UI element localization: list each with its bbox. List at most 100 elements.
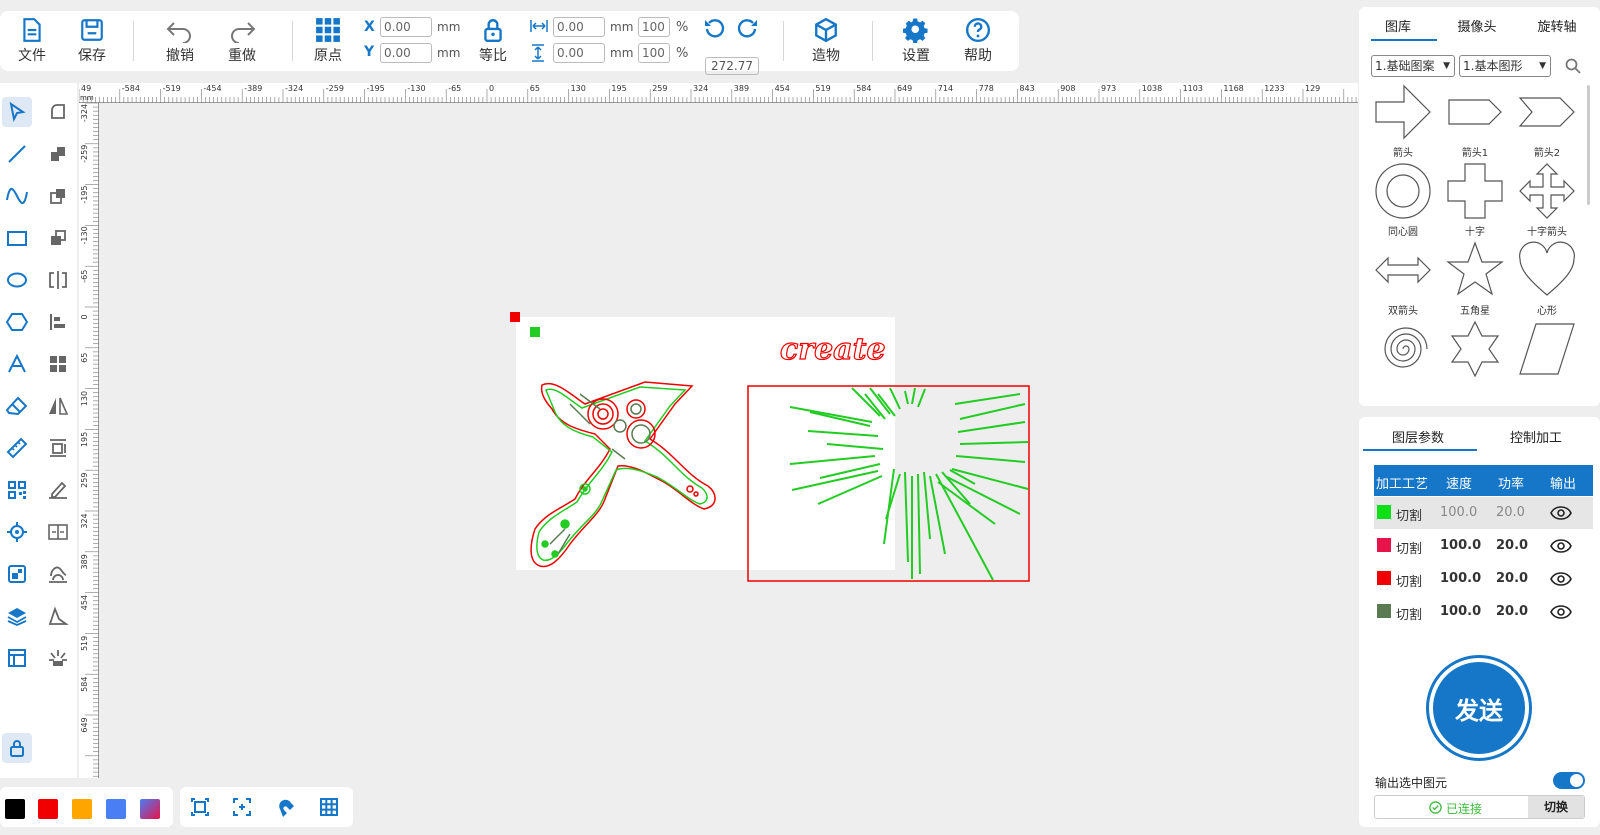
grid-icon[interactable] <box>319 797 339 817</box>
ruler-tool[interactable] <box>2 433 32 463</box>
switch-button[interactable]: 切换 <box>1528 796 1584 818</box>
canvas[interactable]: create <box>100 104 1358 778</box>
target-tool[interactable] <box>2 517 32 547</box>
shape-star6[interactable] <box>1443 320 1507 380</box>
shape-heart[interactable]: 心形 <box>1515 241 1579 317</box>
color-swatch-red[interactable] <box>38 799 58 819</box>
x-position-field[interactable]: 0.00 <box>380 17 432 37</box>
layer-speed[interactable]: 100.0 <box>1440 505 1477 520</box>
layer-row[interactable]: 切割 100.0 20.0 <box>1374 497 1593 529</box>
canvas-create-text[interactable]: create <box>779 331 886 367</box>
fit-selection-icon[interactable] <box>232 797 252 817</box>
lock-ratio-button[interactable]: 等比 <box>463 17 523 71</box>
flip-tool[interactable] <box>43 391 73 421</box>
shape-concentric[interactable]: 同心圆 <box>1371 162 1435 238</box>
intersect-tool[interactable] <box>43 223 73 253</box>
scrollbar[interactable] <box>1587 85 1590 205</box>
color-swatch-orange[interactable] <box>72 799 92 819</box>
polygon-tool[interactable] <box>2 307 32 337</box>
layer-color-swatch[interactable] <box>1377 538 1391 552</box>
height-field[interactable]: 0.00 <box>553 43 605 63</box>
layer-power[interactable]: 20.0 <box>1496 571 1528 586</box>
help-button[interactable]: 帮助 <box>948 17 1008 71</box>
array-tool[interactable] <box>43 433 73 463</box>
layer-power[interactable]: 20.0 <box>1496 505 1525 520</box>
eye-icon[interactable] <box>1550 538 1572 554</box>
ellipse-tool[interactable] <box>2 265 32 295</box>
category-select[interactable]: 1.基础图案 ▼ <box>1371 55 1455 77</box>
shape-cross[interactable]: 十字 <box>1443 162 1507 238</box>
curve-tool[interactable] <box>2 181 32 211</box>
shape-arrow[interactable]: 箭头 <box>1371 83 1435 159</box>
shape-cross-arrow[interactable]: 十字箭头 <box>1515 162 1579 238</box>
search-icon[interactable] <box>1565 58 1581 74</box>
tab-gallery[interactable]: 图库 <box>1359 16 1437 35</box>
eye-icon[interactable] <box>1550 571 1572 587</box>
width-percent-field[interactable]: 100 <box>638 17 670 37</box>
canvas-lock-button[interactable] <box>2 733 32 763</box>
shape-double-arrow[interactable]: 双箭头 <box>1371 241 1435 317</box>
layer-speed[interactable]: 100.0 <box>1440 538 1481 553</box>
height-percent-field[interactable]: 100 <box>638 43 670 63</box>
eye-icon[interactable] <box>1550 505 1572 521</box>
vector-tool[interactable] <box>43 601 73 631</box>
magnet-icon[interactable] <box>276 797 296 817</box>
rotation-angle-field[interactable]: 272.77 <box>705 57 759 75</box>
eye-icon[interactable] <box>1550 604 1572 620</box>
layer-color-swatch[interactable] <box>1377 604 1391 618</box>
color-swatch-gradient[interactable] <box>140 799 160 819</box>
layer-row[interactable]: 切割 100.0 20.0 <box>1374 530 1593 562</box>
layer-speed[interactable]: 100.0 <box>1440 571 1481 586</box>
shape-spiral[interactable] <box>1371 320 1435 380</box>
redo-button[interactable]: 重做 <box>212 17 272 71</box>
origin-button[interactable]: 原点 <box>298 17 358 71</box>
layer-power[interactable]: 20.0 <box>1496 538 1528 553</box>
shape-parallelogram[interactable] <box>1515 320 1579 380</box>
tab-camera[interactable]: 摄像头 <box>1437 16 1517 35</box>
output-selected-toggle[interactable] <box>1553 772 1585 789</box>
layer-color-swatch[interactable] <box>1377 571 1391 585</box>
fill-tool[interactable] <box>43 559 73 589</box>
shape-arrow1[interactable]: 箭头1 <box>1443 83 1507 159</box>
width-field[interactable]: 0.00 <box>553 17 605 37</box>
layer-row[interactable]: 切割 100.0 20.0 <box>1374 596 1593 628</box>
grid-layout-tool[interactable] <box>43 349 73 379</box>
union-tool[interactable] <box>43 139 73 169</box>
send-button[interactable]: 发送 <box>1426 655 1532 761</box>
settings-button[interactable]: 设置 <box>886 17 946 71</box>
layout-tool[interactable] <box>2 643 32 673</box>
sign-tool[interactable] <box>43 475 73 505</box>
shape-star[interactable]: 五角星 <box>1443 241 1507 317</box>
mirror-tool[interactable] <box>43 265 73 295</box>
color-swatch-black[interactable] <box>5 799 25 819</box>
burst-tool[interactable] <box>43 643 73 673</box>
offset-tool[interactable] <box>2 559 32 589</box>
split-tool[interactable] <box>43 517 73 547</box>
tab-control-process[interactable]: 控制加工 <box>1477 427 1595 446</box>
tab-layer-params[interactable]: 图层参数 <box>1359 427 1477 446</box>
text-tool[interactable] <box>2 349 32 379</box>
tab-rotary[interactable]: 旋转轴 <box>1517 16 1597 35</box>
eraser-tool[interactable] <box>2 391 32 421</box>
subcategory-select[interactable]: 1.基本图形 ▼ <box>1459 55 1551 77</box>
file-button[interactable]: 文件 <box>2 17 62 71</box>
select-tool[interactable] <box>2 97 32 127</box>
rotate-right-icon[interactable] <box>735 17 759 41</box>
rotate-left-icon[interactable] <box>703 17 727 41</box>
build-button[interactable]: 造物 <box>796 17 856 71</box>
y-position-field[interactable]: 0.00 <box>380 43 432 63</box>
layer-speed[interactable]: 100.0 <box>1440 604 1481 619</box>
layer-row[interactable]: 切割 100.0 20.0 <box>1374 563 1593 595</box>
qrcode-tool[interactable] <box>2 475 32 505</box>
layer-power[interactable]: 20.0 <box>1496 604 1528 619</box>
fit-page-icon[interactable] <box>190 797 210 817</box>
color-swatch-blue[interactable] <box>106 799 126 819</box>
align-tool[interactable] <box>43 307 73 337</box>
shape-arrow2[interactable]: 箭头2 <box>1515 83 1579 159</box>
layers-tool[interactable] <box>2 601 32 631</box>
save-button[interactable]: 保存 <box>62 17 122 71</box>
layer-color-swatch[interactable] <box>1377 505 1391 519</box>
path-edit-tool[interactable] <box>43 97 73 127</box>
line-tool[interactable] <box>2 139 32 169</box>
subtract-tool[interactable] <box>43 181 73 211</box>
